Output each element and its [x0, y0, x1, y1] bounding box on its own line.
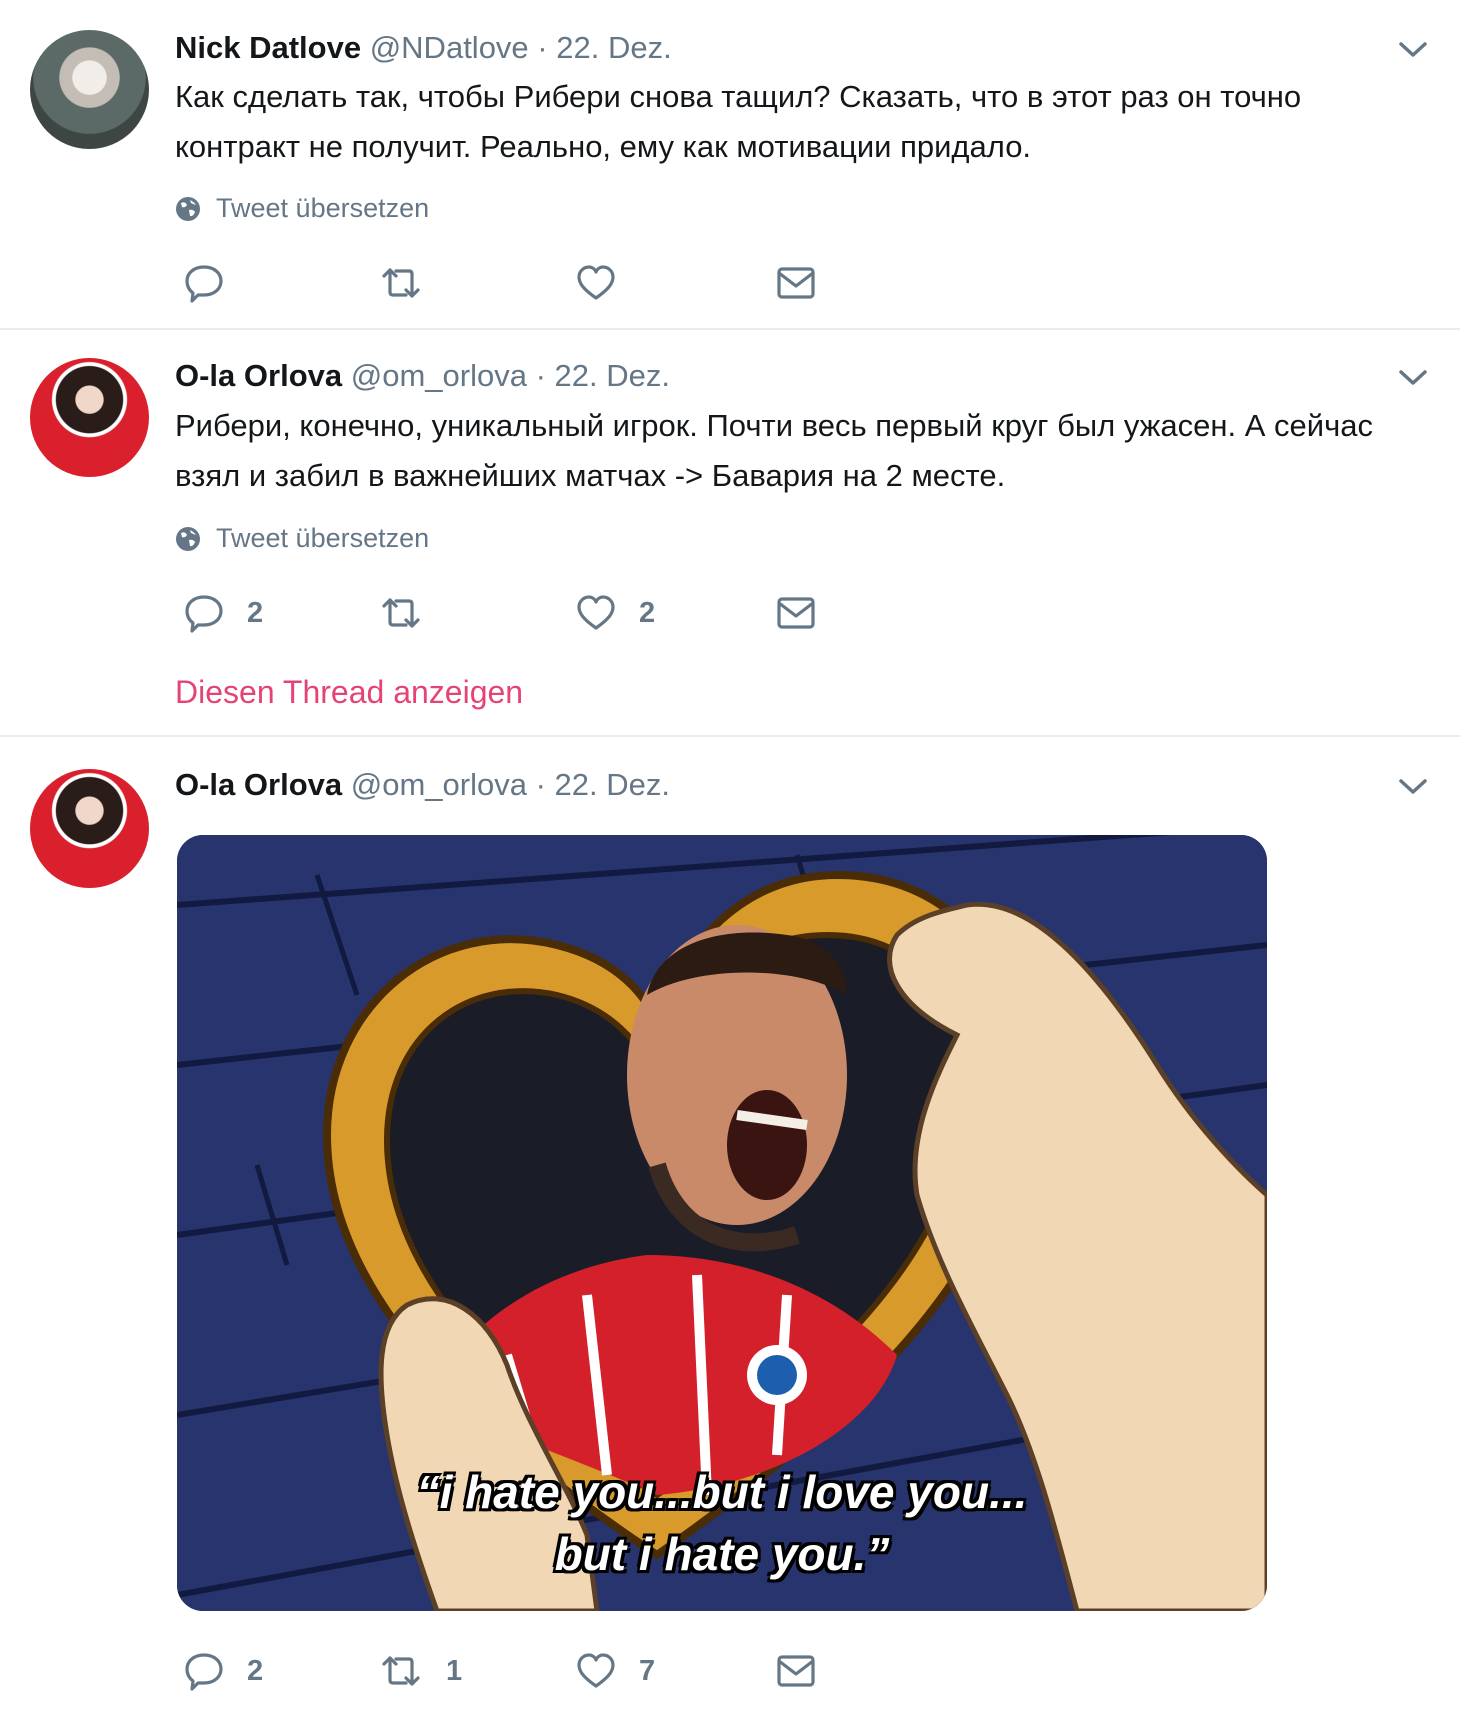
- envelope-icon: [777, 1655, 815, 1687]
- retweet-icon: [382, 598, 420, 628]
- avatar[interactable]: [30, 358, 149, 477]
- reply-icon: [185, 595, 223, 633]
- media-caption-line-1: “i hate you...but i love you...: [416, 1466, 1028, 1518]
- translate-label: Tweet übersetzen: [216, 523, 430, 553]
- tweet-actions: 2 1 7: [175, 1646, 1075, 1696]
- reply-icon: [185, 265, 223, 303]
- heart-icon: [577, 1653, 615, 1688]
- tweet-date[interactable]: 22. Dez.: [556, 30, 671, 65]
- tweet-3[interactable]: O-la Orlova @om_orlova · 22. Dez. “i hat…: [0, 737, 1460, 1731]
- translate-tweet-link[interactable]: Tweet übersetzen: [175, 192, 429, 224]
- reply-count: 2: [247, 596, 264, 629]
- tweet-actions: 2 2: [175, 588, 1075, 638]
- tweet-1[interactable]: Nick Datlove @NDatlove · 22. Dez. Как сд…: [0, 0, 1460, 330]
- retweet-button[interactable]: [378, 258, 424, 308]
- separator: ·: [535, 358, 546, 393]
- globe-icon: [176, 197, 200, 221]
- like-count: 2: [639, 596, 656, 629]
- media-caption-line-2: but i hate you.”: [554, 1528, 890, 1580]
- avatar[interactable]: [30, 30, 149, 149]
- tweet-header: O-la Orlova @om_orlova · 22. Dez.: [175, 356, 670, 396]
- user-handle[interactable]: @om_orlova: [351, 767, 527, 802]
- like-button[interactable]: [575, 258, 617, 308]
- reply-button[interactable]: 2: [183, 1646, 263, 1696]
- separator: ·: [537, 30, 548, 65]
- tweet-header: O-la Orlova @om_orlova · 22. Dez.: [175, 765, 670, 805]
- envelope-icon: [777, 267, 815, 299]
- direct-message-button[interactable]: [775, 588, 817, 638]
- heart-icon: [577, 595, 615, 630]
- reply-button[interactable]: [183, 258, 225, 308]
- like-button[interactable]: 7: [575, 1646, 655, 1696]
- user-handle[interactable]: @om_orlova: [351, 358, 527, 393]
- user-handle[interactable]: @NDatlove: [370, 30, 529, 65]
- tweet-text: Рибери, конечно, уникальный игрок. Почти…: [175, 408, 1373, 493]
- reply-icon: [185, 1653, 223, 1691]
- like-count: 7: [639, 1654, 656, 1687]
- display-name[interactable]: O-la Orlova: [175, 767, 342, 802]
- chevron-down-icon[interactable]: [1396, 360, 1430, 394]
- display-name[interactable]: Nick Datlove: [175, 30, 361, 65]
- retweet-button[interactable]: [378, 588, 424, 638]
- chevron-down-icon[interactable]: [1396, 769, 1430, 803]
- like-button[interactable]: 2: [575, 588, 655, 638]
- display-name[interactable]: O-la Orlova: [175, 358, 342, 393]
- translate-tweet-link[interactable]: Tweet übersetzen: [175, 522, 429, 554]
- retweet-icon: [382, 1656, 420, 1686]
- retweet-count: 1: [446, 1654, 463, 1687]
- tweet-text: Как сделать так, чтобы Рибери снова тащи…: [175, 79, 1302, 164]
- retweet-button[interactable]: 1: [378, 1646, 462, 1696]
- show-thread-link[interactable]: Diesen Thread anzeigen: [175, 672, 523, 712]
- tweet-header: Nick Datlove @NDatlove · 22. Dez.: [175, 28, 672, 68]
- retweet-icon: [382, 268, 420, 298]
- tweet-2[interactable]: O-la Orlova @om_orlova · 22. Dez. Рибери…: [0, 330, 1460, 735]
- reply-count: 2: [247, 1654, 264, 1687]
- tweet-date[interactable]: 22. Dez.: [555, 767, 670, 802]
- reply-button[interactable]: 2: [183, 588, 263, 638]
- direct-message-button[interactable]: [775, 258, 817, 308]
- heart-icon: [577, 265, 615, 300]
- direct-message-button[interactable]: [775, 1646, 817, 1696]
- translate-label: Tweet übersetzen: [216, 193, 430, 223]
- separator: ·: [535, 767, 546, 802]
- tweet-media-image[interactable]: “i hate you...but i love you... but i ha…: [177, 835, 1267, 1611]
- tweet-date[interactable]: 22. Dez.: [555, 358, 670, 393]
- avatar[interactable]: [30, 769, 149, 888]
- envelope-icon: [777, 597, 815, 629]
- globe-icon: [176, 527, 200, 551]
- tweet-actions: [175, 258, 1075, 308]
- chevron-down-icon[interactable]: [1396, 32, 1430, 66]
